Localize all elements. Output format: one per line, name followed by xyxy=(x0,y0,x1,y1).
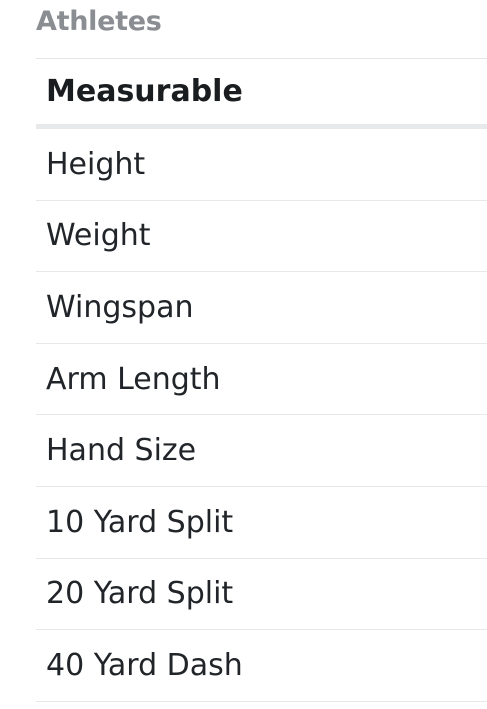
section-title: Athletes xyxy=(36,6,162,37)
table-row-height: Height xyxy=(36,129,487,201)
table-row-20-yard-split: 20 Yard Split xyxy=(36,559,487,631)
table-row-10-yard-split: 10 Yard Split xyxy=(36,487,487,559)
table-row-40-yard-dash: 40 Yard Dash xyxy=(36,630,487,702)
measurables-table: Measurable Height Weight Wingspan Arm Le… xyxy=(36,58,487,702)
table-row-arm-length: Arm Length xyxy=(36,344,487,416)
column-header-measurable[interactable]: Measurable xyxy=(36,59,487,129)
table-row-weight: Weight xyxy=(36,201,487,273)
table-row-hand-size: Hand Size xyxy=(36,415,487,487)
table-row-wingspan: Wingspan xyxy=(36,272,487,344)
